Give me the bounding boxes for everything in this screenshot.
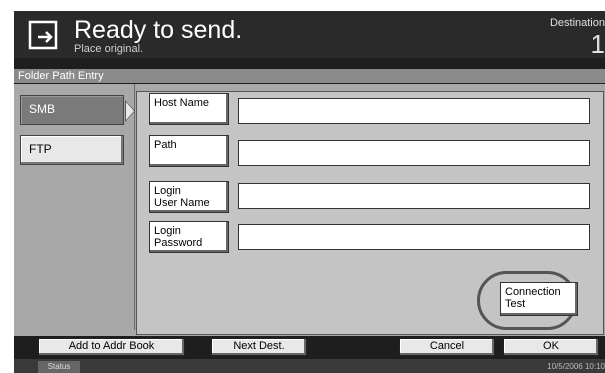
ftp-button[interactable]: FTP — [20, 135, 124, 165]
next-dest-button[interactable]: Next Dest. — [211, 338, 307, 356]
login-password-label: Login Password — [154, 225, 203, 249]
path-button[interactable]: Path — [149, 135, 229, 167]
login-password-button[interactable]: Login Password — [149, 221, 229, 253]
host-name-label: Host Name — [154, 97, 210, 109]
smb-button[interactable]: SMB — [20, 95, 124, 125]
status-datetime: 10/5/2006 10:10 — [547, 362, 605, 371]
connection-test-button[interactable]: Connection Test — [500, 282, 578, 316]
destination-count: 1 — [590, 29, 605, 59]
section-title: Folder Path Entry — [14, 69, 605, 83]
ok-button[interactable]: OK — [503, 338, 599, 356]
login-password-field[interactable] — [238, 224, 590, 250]
login-user-name-field[interactable] — [238, 183, 590, 209]
header: Ready to send. Place original. Destinati… — [14, 11, 605, 58]
send-original-icon — [28, 20, 58, 50]
selection-arrow-icon — [126, 102, 134, 120]
connection-test-label: Connection Test — [505, 286, 561, 310]
path-label: Path — [154, 139, 177, 151]
host-name-button[interactable]: Host Name — [149, 93, 229, 125]
status-bar: Status 10/5/2006 10:10 — [14, 359, 605, 373]
login-user-name-button[interactable]: Login User Name — [149, 181, 229, 213]
destination-label: Destination — [549, 17, 605, 29]
path-field[interactable] — [238, 140, 590, 166]
status-title: Ready to send. — [74, 16, 243, 44]
status-button[interactable]: Status — [38, 361, 80, 373]
host-name-field[interactable] — [238, 98, 590, 124]
add-to-addr-book-button[interactable]: Add to Addr Book — [38, 338, 185, 356]
cancel-button[interactable]: Cancel — [399, 338, 495, 356]
login-user-name-label: Login User Name — [154, 185, 210, 209]
status-subtitle: Place original. — [74, 43, 144, 55]
device-screen: Ready to send. Place original. Destinati… — [14, 11, 605, 373]
bottom-bar: Add to Addr Book Next Dest. Cancel OK — [14, 336, 605, 358]
